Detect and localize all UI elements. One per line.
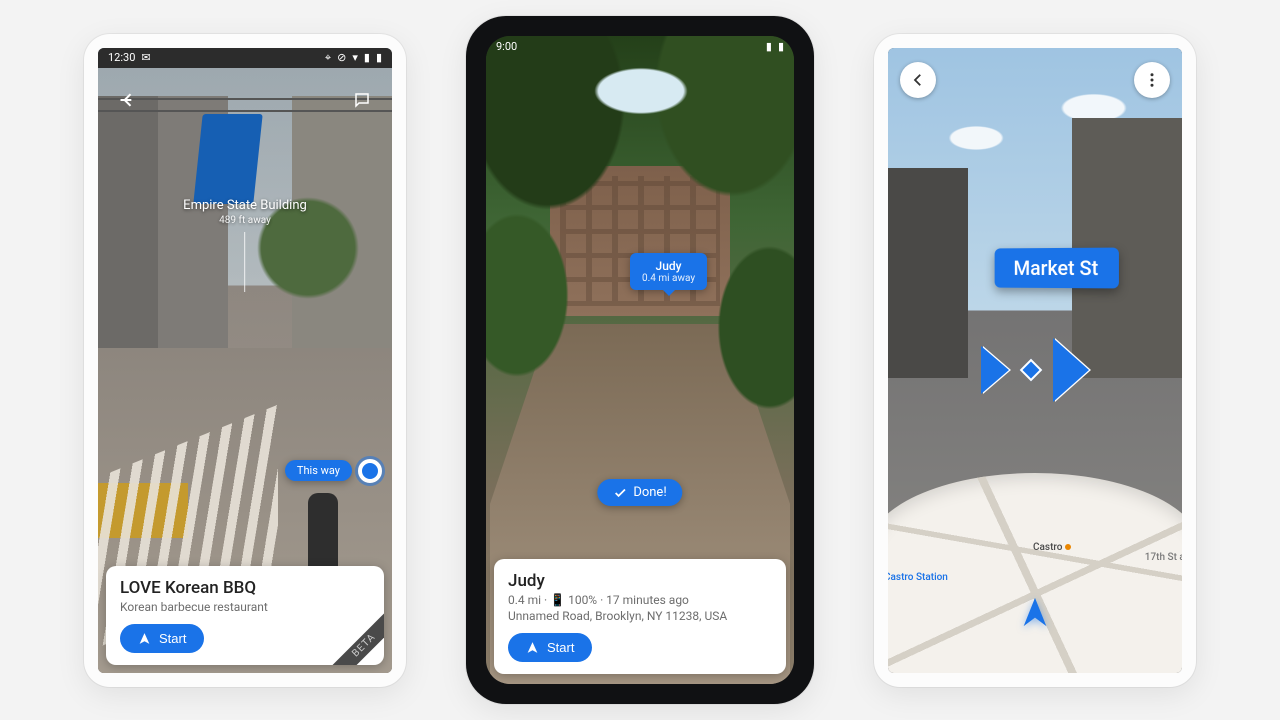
top-actions — [98, 74, 392, 126]
status-bar: 12:30 ✉ ⌖ ⊘ ▾ ▮ ▮ — [98, 48, 392, 68]
person-card[interactable]: Judy 0.4 mi · 📱 100% · 17 minutes ago Un… — [494, 559, 786, 674]
ar-dest-line — [244, 232, 245, 292]
overflow-menu-button[interactable] — [1134, 62, 1170, 98]
phone-3: Market St Castro Station Castro 17th St … — [874, 34, 1196, 687]
minimap[interactable]: Castro Station Castro 17th St and — [888, 473, 1182, 673]
start-button-label: Start — [159, 631, 186, 646]
navigation-icon — [526, 641, 539, 654]
ar-dest-distance: 489 ft away — [183, 215, 307, 226]
person-pin-name: Judy — [642, 259, 695, 273]
diamond-icon — [1020, 358, 1043, 381]
ar-destination-label: Empire State Building 489 ft away — [183, 198, 307, 292]
this-way-indicator: This way — [285, 459, 382, 483]
back-button[interactable] — [900, 62, 936, 98]
dnd-icon: ⊘ — [337, 51, 346, 64]
card-title: Judy — [508, 571, 772, 591]
screen-2: 9:00 ▮ ▮ Judy 0.4 mi away Done! Judy 0.4… — [486, 36, 794, 684]
chat-bubble-icon — [353, 91, 371, 109]
chevron-right-icon — [1053, 338, 1089, 402]
start-button[interactable]: Start — [120, 624, 204, 653]
ar-dest-name: Empire State Building — [183, 198, 307, 213]
minimap-heading-arrow — [1018, 595, 1052, 633]
arrow-left-icon — [118, 90, 138, 110]
this-way-label: This way — [285, 460, 352, 481]
card-subtitle: Korean barbecue restaurant — [120, 600, 370, 614]
chevron-right-icon — [981, 346, 1009, 394]
card-title: LOVE Korean BBQ — [120, 578, 370, 598]
wifi-icon: ▾ — [352, 51, 358, 64]
status-bar: 9:00 ▮ ▮ — [486, 36, 794, 56]
top-actions — [888, 54, 1182, 106]
arrow-left-icon — [909, 71, 927, 89]
card-meta: 0.4 mi · 📱 100% · 17 minutes ago — [508, 593, 772, 607]
phone-1: 12:30 ✉ ⌖ ⊘ ▾ ▮ ▮ Empire State Building … — [84, 34, 406, 687]
feedback-button[interactable] — [344, 82, 380, 118]
minimap-poi-label: Castro — [1033, 542, 1071, 553]
location-icon: ⌖ — [325, 51, 331, 65]
navigation-icon — [138, 632, 151, 645]
status-time: 12:30 — [108, 51, 135, 64]
minimap-station-label: Castro Station — [888, 572, 948, 583]
screen-1: 12:30 ✉ ⌖ ⊘ ▾ ▮ ▮ Empire State Building … — [98, 48, 392, 673]
check-icon — [613, 486, 627, 500]
status-time: 9:00 — [496, 40, 517, 53]
mail-icon: ✉ — [141, 51, 150, 64]
destination-card[interactable]: LOVE Korean BBQ Korean barbecue restaura… — [106, 566, 384, 665]
screen-3: Market St Castro Station Castro 17th St … — [888, 48, 1182, 673]
card-address: Unnamed Road, Brooklyn, NY 11238, USA — [508, 609, 772, 623]
start-button-label: Start — [547, 640, 574, 655]
done-label: Done! — [633, 485, 666, 500]
start-button[interactable]: Start — [508, 633, 592, 662]
direction-dot-icon — [358, 459, 382, 483]
signal-icon: ▮ — [364, 51, 370, 64]
minimap-side-label: 17th St and — [1145, 552, 1182, 563]
person-pin-distance: 0.4 mi away — [642, 273, 695, 284]
back-button[interactable] — [110, 82, 146, 118]
ar-direction-arrows — [981, 338, 1089, 402]
phone-2: 9:00 ▮ ▮ Judy 0.4 mi away Done! Judy 0.4… — [466, 16, 814, 704]
signal-icon: ▮ — [766, 40, 772, 53]
more-vert-icon — [1143, 71, 1161, 89]
navigation-arrow-icon — [1018, 595, 1052, 629]
battery-icon: ▮ — [376, 51, 382, 64]
poi-dot-icon — [1065, 544, 1071, 550]
battery-icon: ▮ — [778, 40, 784, 53]
person-pin[interactable]: Judy 0.4 mi away — [630, 253, 707, 290]
ar-street-sign: Market St — [995, 247, 1119, 288]
done-pill[interactable]: Done! — [597, 479, 682, 506]
